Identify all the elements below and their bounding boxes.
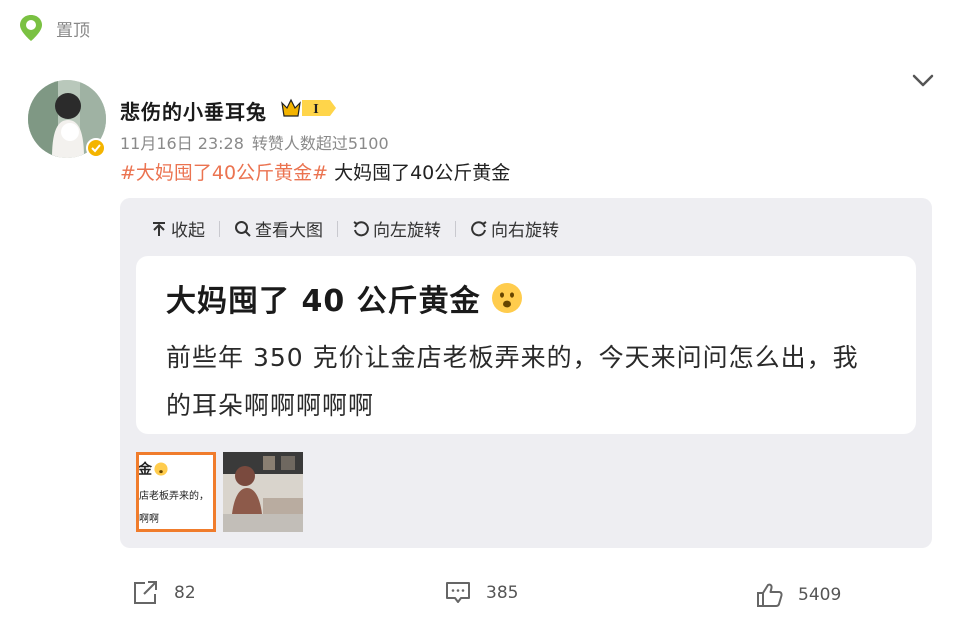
like-count: 5409	[798, 585, 842, 605]
rotate-left-icon	[353, 220, 369, 236]
verified-badge-icon	[86, 138, 106, 158]
search-icon	[235, 220, 251, 237]
divider	[219, 220, 220, 237]
thumbnail-line-1: 金	[139, 459, 211, 479]
rotate-right-button[interactable]: 向右旋转	[470, 216, 559, 241]
post-body: 大妈囤了40公斤黄金	[328, 162, 511, 184]
post-date: 11月16日 23:28	[120, 134, 244, 153]
divider	[337, 220, 338, 237]
pinned-indicator: 置顶	[18, 14, 90, 42]
chevron-down-icon[interactable]	[910, 72, 936, 90]
share-button[interactable]: 82	[132, 580, 196, 606]
image-title: 大妈囤了 40 公斤黄金	[166, 276, 523, 320]
thumbnail-1-selected[interactable]: 金 店老板弄来的， 啊啊	[136, 452, 216, 532]
share-count: 82	[174, 583, 196, 603]
worried-face-icon	[154, 462, 168, 476]
large-image[interactable]: 大妈囤了 40 公斤黄金 前些年 350 克价让金店老板弄来的，今天来问问怎么出…	[136, 256, 916, 434]
thumbnail-2[interactable]	[223, 452, 303, 532]
photo-thumbnail-image	[223, 452, 303, 532]
pin-icon	[20, 15, 42, 41]
image-toolbar: 收起 查看大图 向左旋转 向右旋转	[150, 216, 559, 241]
view-large-button[interactable]: 查看大图	[234, 216, 323, 241]
vip-level: I	[313, 102, 318, 117]
collapse-icon	[153, 221, 165, 236]
post-text: #大妈囤了40公斤黄金# 大妈囤了40公斤黄金	[120, 158, 510, 185]
worried-face-icon	[491, 283, 522, 313]
rotate-right-label: 向右旋转	[491, 221, 559, 241]
hashtag-link[interactable]: #大妈囤了40公斤黄金#	[120, 162, 328, 184]
image-title-text: 大妈囤了 40 公斤黄金	[166, 284, 481, 319]
vip-crown-icon[interactable]: I	[280, 97, 338, 119]
rotate-left-button[interactable]: 向左旋转	[352, 216, 441, 241]
comment-count: 385	[486, 583, 519, 603]
view-large-label: 查看大图	[255, 221, 323, 241]
avatar[interactable]	[28, 80, 106, 158]
divider	[455, 220, 456, 237]
action-bar: 82 385 5409	[0, 578, 960, 608]
username[interactable]: 悲伤的小垂耳兔	[120, 96, 267, 125]
thumbnail-line-2: 店老板弄来的，	[139, 491, 209, 502]
comment-button[interactable]: 385	[444, 580, 518, 606]
collapse-button[interactable]: 收起	[150, 216, 205, 241]
rotate-left-label: 向左旋转	[373, 221, 441, 241]
pin-label: 置顶	[56, 20, 90, 41]
post-meta: 11月16日 23:28 转赞人数超过5100	[120, 130, 389, 154]
collapse-label: 收起	[171, 221, 205, 241]
thumbs-up-icon	[757, 583, 783, 607]
like-button[interactable]: 5409	[756, 582, 841, 608]
comment-icon	[446, 582, 470, 603]
thumbnail-line-3: 啊啊	[139, 514, 159, 525]
repost-like-note: 转赞人数超过5100	[251, 134, 389, 153]
image-body-text: 前些年 350 克价让金店老板弄来的，今天来问问怎么出，我的耳朵啊啊啊啊啊	[166, 343, 859, 420]
share-icon	[134, 581, 157, 604]
rotate-right-icon	[471, 220, 487, 236]
image-viewer: 收起 查看大图 向左旋转 向右旋转 大妈囤了 40 公斤黄金 前些年 350 克…	[120, 198, 932, 548]
